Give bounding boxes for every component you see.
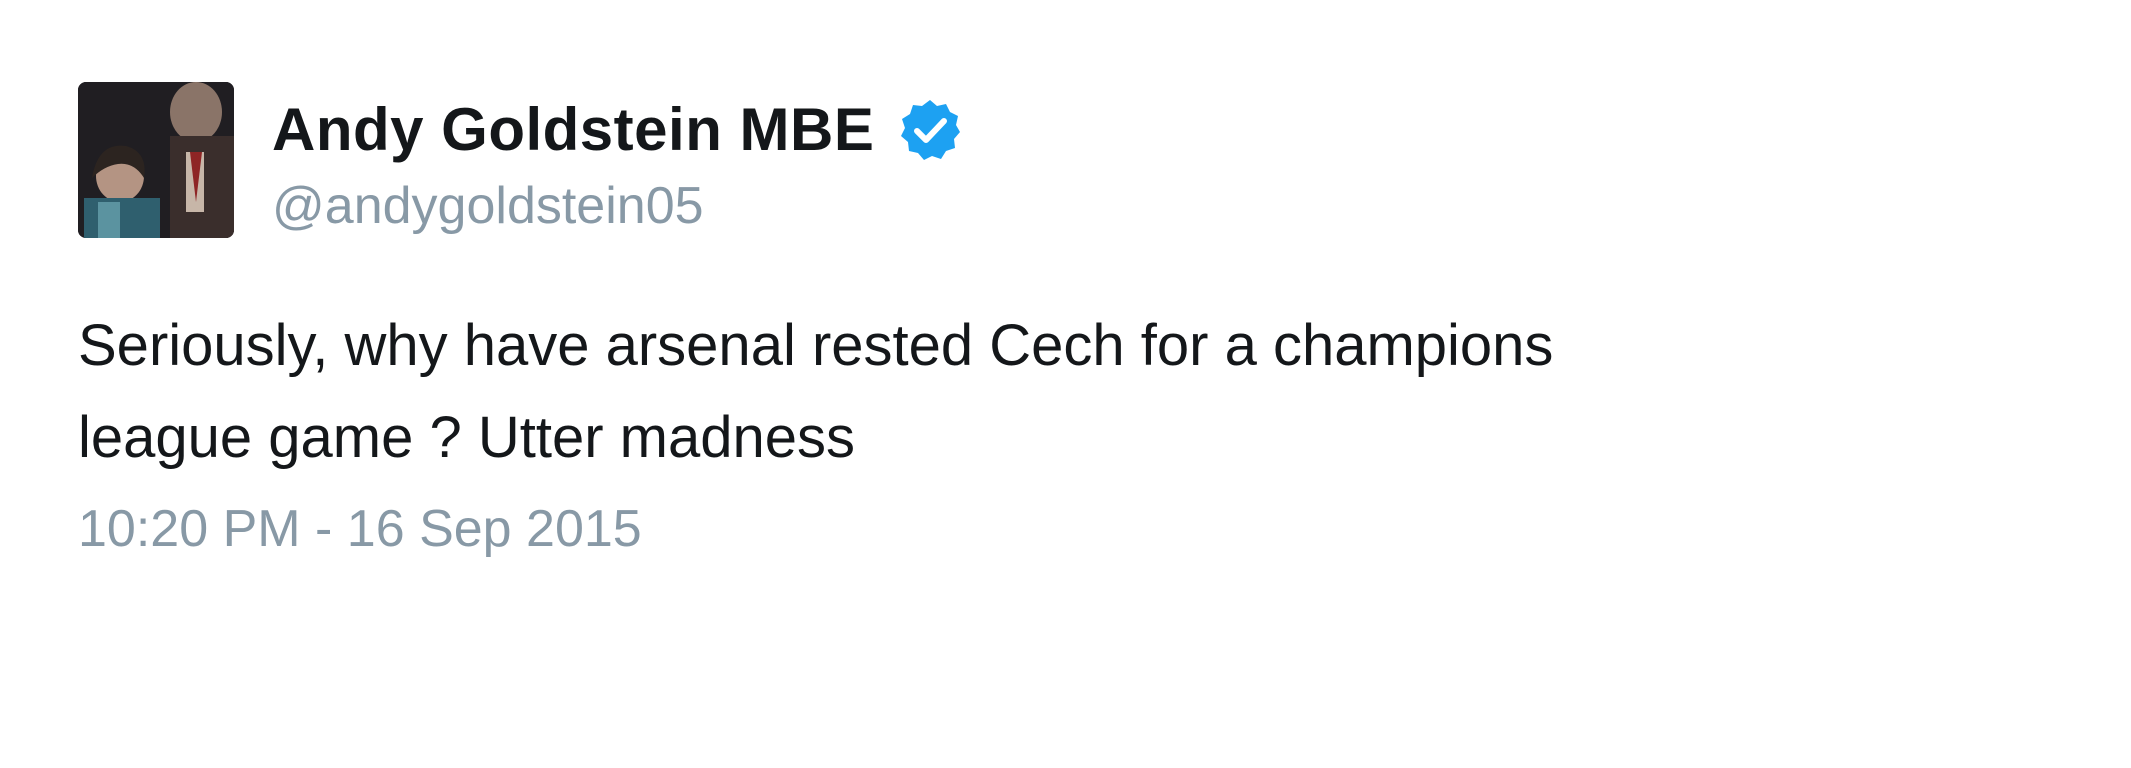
tweet-timestamp[interactable]: 10:20 PM - 16 Sep 2015 <box>78 486 2058 572</box>
name-row: Andy Goldstein MBE <box>272 94 962 166</box>
tweet-header: Andy Goldstein MBE @andygoldstein05 <box>78 82 2058 238</box>
author-handle[interactable]: @andygoldstein05 <box>272 174 962 238</box>
avatar-photo-icon <box>78 82 234 238</box>
avatar[interactable] <box>78 82 234 238</box>
tweet-card: Andy Goldstein MBE @andygoldstein05 Seri… <box>78 82 2058 572</box>
author-display-name[interactable]: Andy Goldstein MBE <box>272 94 874 166</box>
verified-badge-icon <box>901 100 961 160</box>
tweet-text: Seriously, why have arsenal rested Cech … <box>78 313 1554 470</box>
author-identity: Andy Goldstein MBE @andygoldstein05 <box>272 94 962 238</box>
